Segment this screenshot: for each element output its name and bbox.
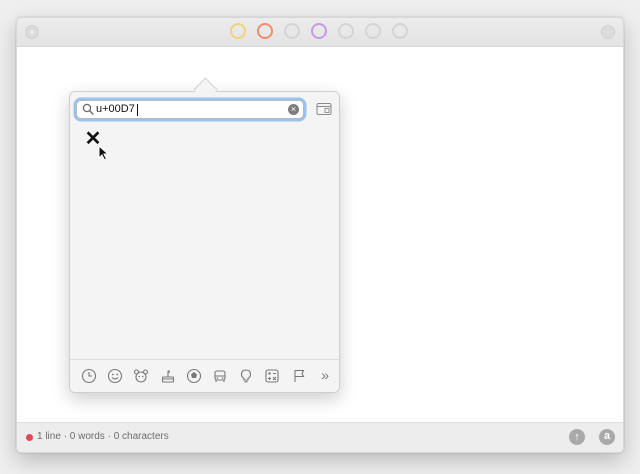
more-categories-button[interactable]: » (321, 367, 329, 383)
animals-icon[interactable] (133, 368, 149, 384)
zoom-button[interactable] (601, 25, 615, 39)
pointer-cursor-icon (98, 145, 110, 161)
smileys-icon[interactable] (107, 368, 123, 384)
flags-icon[interactable] (291, 368, 307, 384)
theme-gray-1[interactable] (284, 23, 300, 39)
objects-icon[interactable] (238, 368, 254, 384)
share-button[interactable]: ↑ (569, 429, 585, 445)
status-bar: 1 line · 0 words · 0 characters ↑ a (17, 422, 623, 452)
search-input[interactable] (96, 101, 286, 118)
font-button[interactable]: a (599, 429, 615, 445)
theme-gray-4[interactable] (392, 23, 408, 39)
food-icon[interactable] (160, 368, 176, 384)
expand-viewer-icon[interactable] (316, 102, 332, 116)
text-caret (137, 104, 138, 116)
clear-search-button[interactable]: × (288, 104, 299, 115)
activity-icon[interactable] (186, 368, 202, 384)
symbols-icon[interactable] (264, 368, 280, 384)
theme-gray-2[interactable] (338, 23, 354, 39)
theme-purple[interactable] (311, 23, 327, 39)
status-dot (26, 434, 33, 441)
travel-icon[interactable] (212, 368, 228, 384)
category-bar: » (70, 359, 339, 392)
close-button[interactable]: × (25, 25, 39, 39)
titlebar: × (17, 18, 623, 47)
theme-gray-3[interactable] (365, 23, 381, 39)
theme-yellow[interactable] (230, 23, 246, 39)
status-text: 1 line · 0 words · 0 characters (37, 431, 169, 442)
clear-icon: × (290, 104, 297, 114)
search-icon (82, 103, 94, 115)
upload-arrow-icon: ↑ (574, 431, 580, 443)
popover-body: × ✕ » (70, 92, 339, 392)
recent-icon[interactable] (81, 368, 97, 384)
search-field[interactable]: × (76, 100, 304, 119)
theme-orange[interactable] (257, 23, 273, 39)
character-viewer-popover: × ✕ » (69, 91, 340, 393)
font-icon: a (603, 430, 611, 442)
close-icon: × (29, 27, 35, 37)
